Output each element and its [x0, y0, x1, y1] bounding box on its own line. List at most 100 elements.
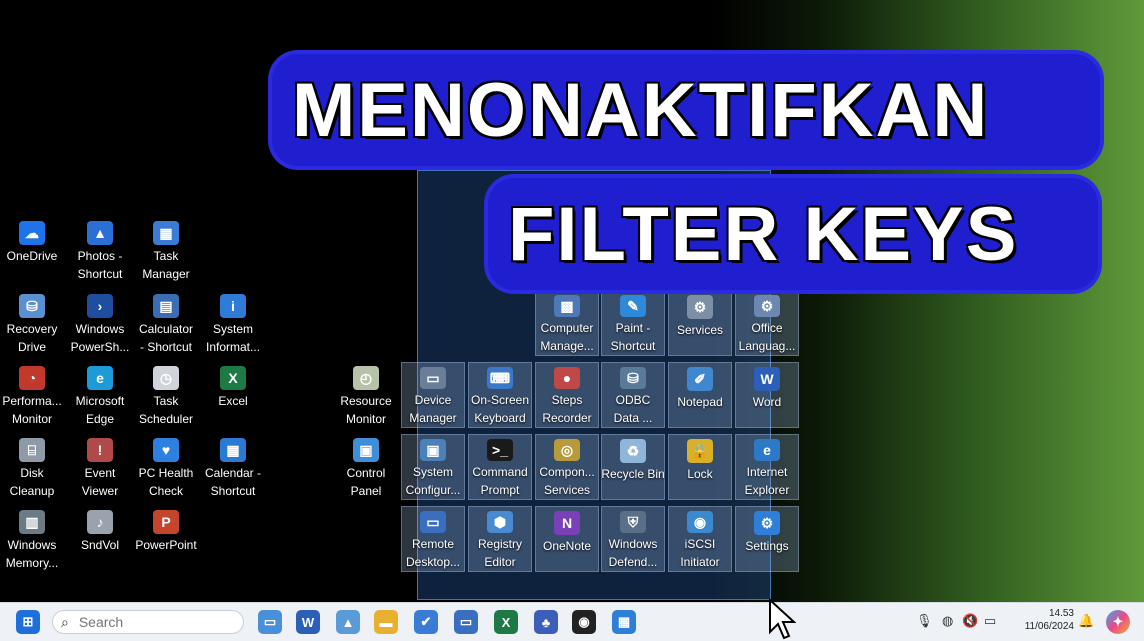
desktop-icon-label: Steps Recorder: [542, 393, 592, 425]
desktop-icon-onscreen-keyboard[interactable]: ⌨ On-Screen Keyboard: [468, 362, 532, 428]
desktop-icon-label: Performa... Monitor: [2, 394, 62, 426]
sndvol-icon: ♪: [87, 510, 113, 534]
notification-bell-icon[interactable]: 🔔: [1078, 613, 1094, 629]
desktop-icon-office-language[interactable]: ⚙ Office Languag...: [735, 290, 799, 356]
start-button[interactable]: ⊞: [16, 610, 40, 634]
desktop-icon-label: Office Languag...: [738, 321, 796, 353]
taskbar: ⌕ ⊞ ▭ W ▲ ▬ ✔ ▭ X ♣ ◉ ▦ 🎙 ◍ 🔇 ▭ 14.53 11/06/2024 🔔…: [0, 602, 1144, 641]
mouse-cursor-icon: [769, 598, 796, 640]
volume-muted-icon[interactable]: 🔇: [962, 613, 978, 629]
taskbar-app-file-explorer[interactable]: ▬: [374, 610, 398, 634]
windows-defender-icon: ⛨: [620, 511, 646, 533]
desktop-icon-odbc[interactable]: ⛁ ODBC Data ...: [601, 362, 665, 428]
desktop-icon-label: OneDrive: [6, 249, 58, 263]
taskbar-app-excel[interactable]: X: [494, 610, 518, 634]
desktop-icon-recovery-drive[interactable]: ⛁ Recovery Drive: [0, 290, 64, 356]
clock[interactable]: 14.53 11/06/2024: [1008, 607, 1074, 633]
taskbar-app-photos[interactable]: ▲: [336, 610, 360, 634]
desktop-icon-calculator[interactable]: ▤ Calculator - Shortcut: [134, 290, 198, 356]
desktop-icon-notepad[interactable]: ✐ Notepad: [668, 362, 732, 428]
desktop-icon-onenote[interactable]: N OneNote: [535, 506, 599, 572]
desktop-icon-pc-health[interactable]: ♥ PC Health Check: [134, 434, 198, 500]
search-input[interactable]: [76, 613, 221, 631]
steps-recorder-icon: ●: [554, 367, 580, 389]
desktop-icon-onedrive[interactable]: ☁ OneDrive: [0, 217, 64, 283]
desktop-icon-windows-defender[interactable]: ⛨ Windows Defend...: [601, 506, 665, 572]
desktop-icon-computer-management[interactable]: ▩ Computer Manage...: [535, 290, 599, 356]
taskbar-app-todo[interactable]: ✔: [414, 610, 438, 634]
desktop-icon-edge[interactable]: e Microsoft Edge: [68, 362, 132, 428]
taskbar-search[interactable]: ⌕: [52, 610, 244, 634]
desktop-icon-word[interactable]: W Word: [735, 362, 799, 428]
desktop[interactable]: ☁ OneDrive ▲ Photos - Shortcut ▦ Task Manager…: [0, 0, 1144, 602]
desktop-icon-resource-monitor[interactable]: ◴ Resource Monitor: [334, 362, 398, 428]
desktop-icon-component-services[interactable]: ◎ Compon... Services: [535, 434, 599, 500]
desktop-icon-paint[interactable]: ✎ Paint - Shortcut: [601, 290, 665, 356]
desktop-icon-calendar[interactable]: ▦ Calendar - Shortcut: [201, 434, 265, 500]
taskbar-app-word[interactable]: W: [296, 610, 320, 634]
system-config-icon: ▣: [420, 439, 446, 461]
desktop-icon-task-scheduler[interactable]: ◷ Task Scheduler: [134, 362, 198, 428]
desktop-icon-performance-monitor[interactable]: ◔ Performa... Monitor: [0, 362, 64, 428]
desktop-icon-control-panel[interactable]: ▣ Control Panel: [334, 434, 398, 500]
desktop-icon-label: Services: [676, 323, 723, 337]
desktop-icon-recycle-bin[interactable]: ♻ Recycle Bin: [601, 434, 665, 500]
remote-desktop-icon: ▭: [420, 511, 446, 533]
taskbar-app-store[interactable]: ▦: [612, 610, 636, 634]
desktop-icon-powershell[interactable]: › Windows PowerSh...: [68, 290, 132, 356]
desktop-icon-label: System Informat...: [205, 322, 261, 354]
desktop-icon-disk-cleanup[interactable]: ⌸ Disk Cleanup: [0, 434, 64, 500]
desktop-icon-label: SndVol: [80, 538, 120, 552]
desktop-icon-task-manager[interactable]: ▦ Task Manager: [134, 217, 198, 283]
desktop-icon-label: Recovery Drive: [6, 322, 58, 354]
computer-management-icon: ▩: [554, 295, 580, 317]
taskbar-app-obs[interactable]: ◉: [572, 610, 596, 634]
calendar-icon: ▦: [220, 438, 246, 462]
desktop-icon-steps-recorder[interactable]: ● Steps Recorder: [535, 362, 599, 428]
services-icon: ⚙: [687, 295, 713, 319]
desktop-icon-label: Settings: [745, 539, 789, 553]
desktop-icon-services[interactable]: ⚙ Services: [668, 290, 732, 356]
taskbar-app-display[interactable]: ▭: [258, 610, 282, 634]
desktop-icon-internet-explorer[interactable]: e Internet Explorer: [735, 434, 799, 500]
desktop-icon-label: System Configur...: [405, 465, 461, 497]
control-panel-icon: ▣: [353, 438, 379, 462]
desktop-icon-registry-editor[interactable]: ⬢ Registry Editor: [468, 506, 532, 572]
desktop-icon-label: Device Manager: [409, 393, 457, 425]
desktop-icon-lock[interactable]: 🔒 Lock: [668, 434, 732, 500]
desktop-icon-system-info[interactable]: i System Informat...: [201, 290, 265, 356]
desktop-icon-command-prompt[interactable]: >_ Command Prompt: [468, 434, 532, 500]
notepad-icon: ✐: [687, 367, 713, 391]
desktop-icon-label: OneNote: [542, 539, 592, 553]
copilot-icon[interactable]: ✦: [1106, 610, 1130, 634]
desktop-icon-event-viewer[interactable]: ! Event Viewer: [68, 434, 132, 500]
desktop-icon-remote-desktop[interactable]: ▭ Remote Desktop...: [401, 506, 465, 572]
desktop-icon-sndvol[interactable]: ♪ SndVol: [68, 506, 132, 572]
desktop-icon-system-config[interactable]: ▣ System Configur...: [401, 434, 465, 500]
excel-icon: X: [220, 366, 246, 390]
desktop-icon-label: PC Health Check: [138, 466, 194, 498]
pc-health-icon: ♥: [153, 438, 179, 462]
desktop-icon-label: Paint - Shortcut: [610, 321, 656, 353]
microphone-icon[interactable]: 🎙: [916, 613, 933, 629]
globe-icon[interactable]: ◍: [942, 613, 953, 629]
photos-icon: ▲: [87, 221, 113, 245]
desktop-icon-iscsi[interactable]: ◉ iSCSI Initiator: [668, 506, 732, 572]
desktop-icon-settings[interactable]: ⚙ Settings: [735, 506, 799, 572]
battery-icon[interactable]: ▭: [984, 613, 996, 629]
desktop-icon-label: Calculator - Shortcut: [138, 322, 194, 354]
desktop-icon-powerpoint[interactable]: P PowerPoint: [134, 506, 198, 572]
desktop-icon-label: Compon... Services: [539, 465, 595, 497]
desktop-icon-memory-diagnostic[interactable]: ▥ Windows Memory...: [0, 506, 64, 572]
desktop-icon-excel[interactable]: X Excel: [201, 362, 265, 428]
taskbar-app-remote-desktop[interactable]: ▭: [454, 610, 478, 634]
task-scheduler-icon: ◷: [153, 366, 179, 390]
desktop-icon-label: Excel: [218, 394, 248, 408]
taskbar-app-teams[interactable]: ♣: [534, 610, 558, 634]
desktop-icon-photos[interactable]: ▲ Photos - Shortcut: [68, 217, 132, 283]
desktop-icon-label: Microsoft Edge: [75, 394, 125, 426]
onscreen-keyboard-icon: ⌨: [487, 367, 513, 389]
desktop-icon-label: Photos - Shortcut: [77, 249, 123, 281]
desktop-icon-label: Windows Defend...: [608, 537, 658, 569]
desktop-icon-device-manager[interactable]: ▭ Device Manager: [401, 362, 465, 428]
